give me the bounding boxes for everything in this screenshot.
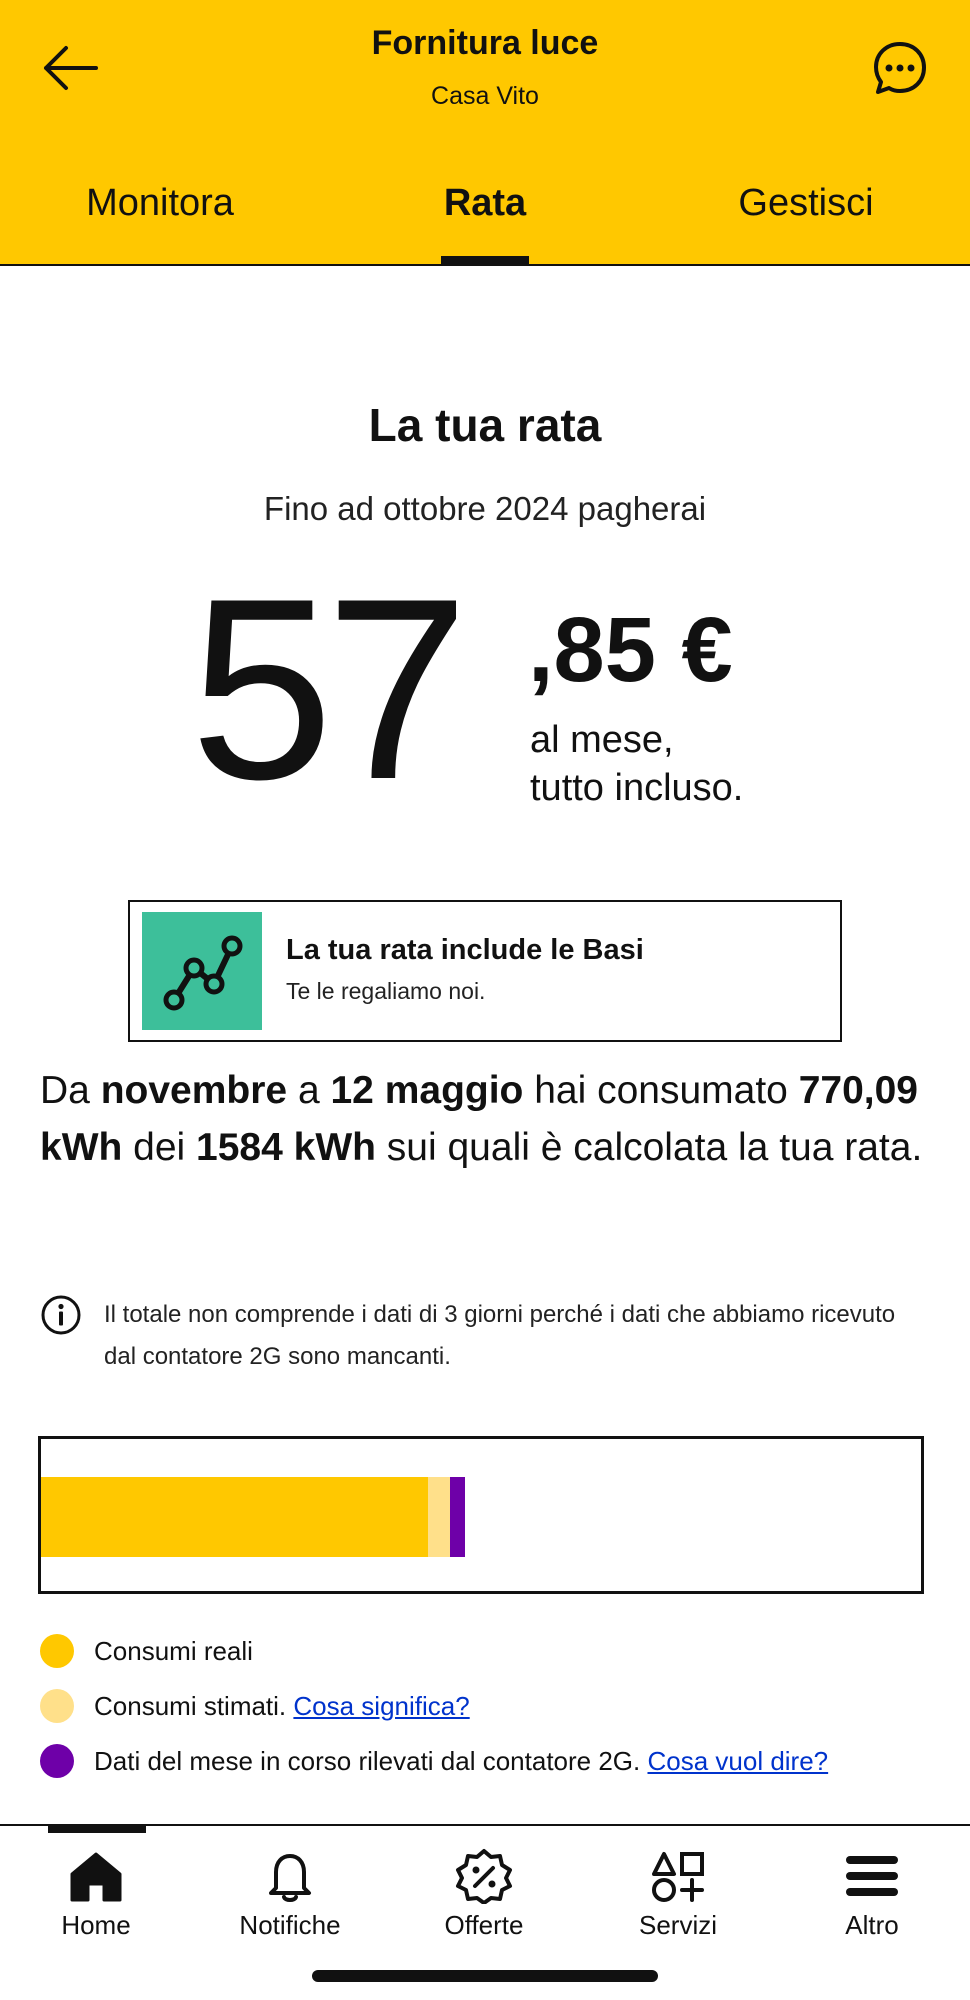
bar-segment-estimated: [428, 1477, 450, 1557]
bar-segment-real: [41, 1477, 428, 1557]
app-header: Fornitura luce Casa Vito Monitora Rata G…: [0, 0, 970, 266]
consumo-text-3: hai consumato: [523, 1069, 799, 1112]
promo-subtitle: Te le regaliamo noi.: [286, 978, 486, 1004]
page-title: Fornitura luce: [371, 24, 599, 62]
page-subtitle: Casa Vito: [431, 82, 539, 110]
bell-icon: [269, 1854, 311, 1902]
amount-note-line1: al mese,: [530, 719, 674, 761]
section-title: La tua rata: [368, 399, 602, 451]
nav-home[interactable]: Home: [16, 1848, 176, 1941]
nav-offerte-label: Offerte: [444, 1910, 524, 1940]
basi-promo-card[interactable]: La tua rata include le Basi Te le regali…: [128, 900, 842, 1042]
nav-offerte[interactable]: Offerte: [404, 1848, 564, 1941]
legend-dot-2g: [40, 1744, 74, 1778]
consumption-bar: [38, 1436, 924, 1594]
active-nav-indicator: [48, 1824, 146, 1833]
consumo-text-2: a: [287, 1069, 331, 1112]
amount-decimal: ,85 €: [528, 599, 733, 701]
nav-servizi[interactable]: Servizi: [598, 1848, 758, 1941]
nav-altro-label: Altro: [845, 1910, 899, 1940]
legend-dot-real: [40, 1634, 74, 1668]
info-icon: [41, 1295, 81, 1335]
section-subtitle: Fino ad ottobre 2024 pagherai: [263, 490, 707, 527]
consumo-from: novembre: [100, 1069, 288, 1112]
graph-line-icon: [163, 935, 243, 1011]
legend-label-estimated: Consumi stimati.: [94, 1691, 294, 1721]
bottom-nav: Home Notifiche Offerte Servizi Altro: [0, 1824, 970, 2000]
nav-servizi-label: Servizi: [638, 1910, 717, 1940]
nav-altro[interactable]: Altro: [792, 1848, 952, 1941]
nav-notifiche[interactable]: Notifiche: [210, 1848, 370, 1941]
chat-icon[interactable]: [872, 40, 928, 96]
shapes-icon: [652, 1852, 704, 1902]
legend-dot-estimated: [40, 1689, 74, 1723]
amount-note: al mese, tutto incluso.: [530, 716, 743, 812]
consumption-summary: Da novembre a 12 maggio hai consumato 77…: [40, 1062, 940, 1176]
consumo-kwh-total: 1584 kWh: [196, 1126, 376, 1169]
menu-icon: [846, 1856, 898, 1896]
promo-icon-tile: [142, 912, 262, 1030]
home-indicator: [312, 1970, 658, 1982]
nav-home-label: Home: [61, 1910, 131, 1940]
amount-integer: 57: [190, 544, 469, 833]
promo-title: La tua rata include le Basi: [286, 934, 644, 966]
cosa-significa-link[interactable]: Cosa significa?: [293, 1691, 469, 1721]
amount-note-line2: tutto incluso.: [530, 767, 744, 809]
offer-badge-icon: [456, 1849, 512, 1904]
active-tab-indicator: [441, 256, 529, 265]
home-icon: [70, 1852, 122, 1902]
consumo-text-4: dei: [122, 1126, 197, 1169]
nav-notifiche-label: Notifiche: [239, 1910, 341, 1940]
consumo-text-1: Da: [40, 1069, 101, 1112]
tab-monitora[interactable]: Monitora: [60, 182, 260, 225]
cosa-vuol-dire-link[interactable]: Cosa vuol dire?: [647, 1746, 828, 1776]
tab-gestisci[interactable]: Gestisci: [706, 182, 906, 225]
consumo-to: 12 maggio: [330, 1069, 524, 1112]
bar-segment-2g: [450, 1477, 465, 1557]
consumo-text-5: sui quali è calcolata la tua rata.: [375, 1126, 923, 1169]
legend-label-2g: Dati del mese in corso rilevati dal cont…: [94, 1746, 648, 1776]
info-note: Il totale non comprende i dati di 3 gior…: [104, 1301, 896, 1370]
tab-rata[interactable]: Rata: [385, 182, 585, 225]
legend-label-real: Consumi reali: [94, 1636, 253, 1666]
